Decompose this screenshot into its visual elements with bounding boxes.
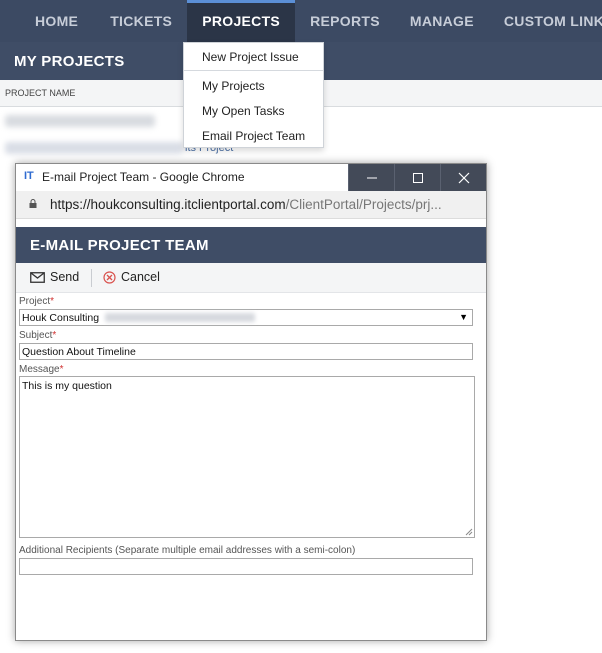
resize-grip-icon[interactable] bbox=[465, 528, 473, 536]
maximize-icon bbox=[412, 172, 423, 183]
project-label-text: Project bbox=[19, 296, 51, 307]
recipients-label: Additional Recipients (Separate multiple… bbox=[19, 545, 356, 556]
minimize-button[interactable] bbox=[348, 164, 394, 191]
toolbar-divider bbox=[91, 269, 92, 287]
minimize-icon bbox=[366, 177, 377, 178]
nav-manage[interactable]: MANAGE bbox=[395, 0, 489, 42]
popup-content: E-MAIL PROJECT TEAM Send Cancel Project*… bbox=[16, 219, 486, 640]
nav-projects-label: PROJECTS bbox=[202, 13, 281, 29]
nav-reports[interactable]: REPORTS bbox=[295, 0, 395, 42]
nav-tickets-label: TICKETS bbox=[110, 13, 173, 29]
email-toolbar: Send Cancel bbox=[16, 263, 486, 293]
menu-item-my-open-tasks[interactable]: My Open Tasks bbox=[202, 104, 284, 118]
menu-item-email-project-team[interactable]: Email Project Team bbox=[202, 129, 305, 143]
envelope-icon bbox=[30, 271, 45, 283]
popup-header: E-MAIL PROJECT TEAM bbox=[16, 227, 486, 263]
lock-icon bbox=[29, 199, 37, 208]
cancel-icon bbox=[103, 270, 116, 284]
menu-item-new-project-issue[interactable]: New Project Issue bbox=[202, 50, 299, 64]
blurred-project-link bbox=[5, 142, 183, 154]
app-logo-icon: IT bbox=[24, 170, 34, 182]
blurred-project-name bbox=[105, 313, 256, 322]
subject-input[interactable]: Question About Timeline bbox=[19, 343, 473, 360]
message-textarea[interactable]: This is my question bbox=[19, 376, 475, 538]
url-path: /ClientPortal/Projects/prj... bbox=[285, 197, 442, 212]
nav-home-label: HOME bbox=[35, 13, 79, 29]
address-bar[interactable]: https://houkconsulting.itclientportal.co… bbox=[16, 191, 486, 219]
close-icon bbox=[458, 172, 469, 183]
message-label-text: Message bbox=[19, 364, 60, 375]
menu-divider bbox=[184, 70, 323, 71]
subject-label: Subject* bbox=[19, 330, 56, 341]
email-project-team-window: IT E-mail Project Team - Google Chrome h… bbox=[15, 163, 487, 641]
recipients-input[interactable] bbox=[19, 558, 473, 575]
blurred-project-row bbox=[5, 115, 155, 127]
window-title: E-mail Project Team - Google Chrome bbox=[42, 170, 245, 184]
nav-manage-label: MANAGE bbox=[409, 13, 474, 29]
required-marker: * bbox=[59, 364, 64, 375]
message-textarea-value: This is my question bbox=[22, 380, 112, 392]
dropdown-arrow-icon: ▼ bbox=[459, 312, 468, 322]
nav-custom-links-label: CUSTOM LINKS bbox=[503, 13, 602, 29]
nav-reports-label: REPORTS bbox=[310, 13, 380, 29]
send-label: Send bbox=[50, 270, 80, 284]
project-label: Project* bbox=[19, 296, 54, 307]
close-window-button[interactable] bbox=[440, 164, 486, 191]
top-nav: HOME TICKETS PROJECTS REPORTS MANAGE CUS… bbox=[0, 0, 602, 42]
project-select-value: Houk Consulting bbox=[22, 311, 100, 324]
subject-label-text: Subject bbox=[19, 330, 53, 341]
cancel-label: Cancel bbox=[121, 270, 160, 284]
nav-custom-links[interactable]: CUSTOM LINKS bbox=[489, 0, 602, 42]
nav-home[interactable]: HOME bbox=[0, 0, 95, 42]
url-text[interactable]: https://houkconsulting.itclientportal.co… bbox=[50, 197, 442, 212]
required-marker: * bbox=[52, 330, 57, 341]
nav-projects[interactable]: PROJECTS bbox=[187, 0, 296, 42]
message-label: Message* bbox=[19, 364, 63, 375]
window-titlebar[interactable]: IT E-mail Project Team - Google Chrome bbox=[16, 164, 486, 191]
url-host: https://houkconsulting.itclientportal.co… bbox=[50, 197, 286, 212]
maximize-button[interactable] bbox=[394, 164, 440, 191]
send-button[interactable]: Send bbox=[30, 270, 79, 284]
subject-input-value: Question About Timeline bbox=[22, 345, 136, 358]
nav-tickets[interactable]: TICKETS bbox=[95, 0, 187, 42]
projects-dropdown-menu: New Project Issue My Projects My Open Ta… bbox=[183, 42, 324, 148]
menu-item-my-projects[interactable]: My Projects bbox=[202, 79, 265, 93]
required-marker: * bbox=[50, 296, 55, 307]
cancel-button[interactable]: Cancel bbox=[103, 270, 160, 284]
project-select[interactable]: Houk Consulting ▼ bbox=[19, 309, 473, 326]
